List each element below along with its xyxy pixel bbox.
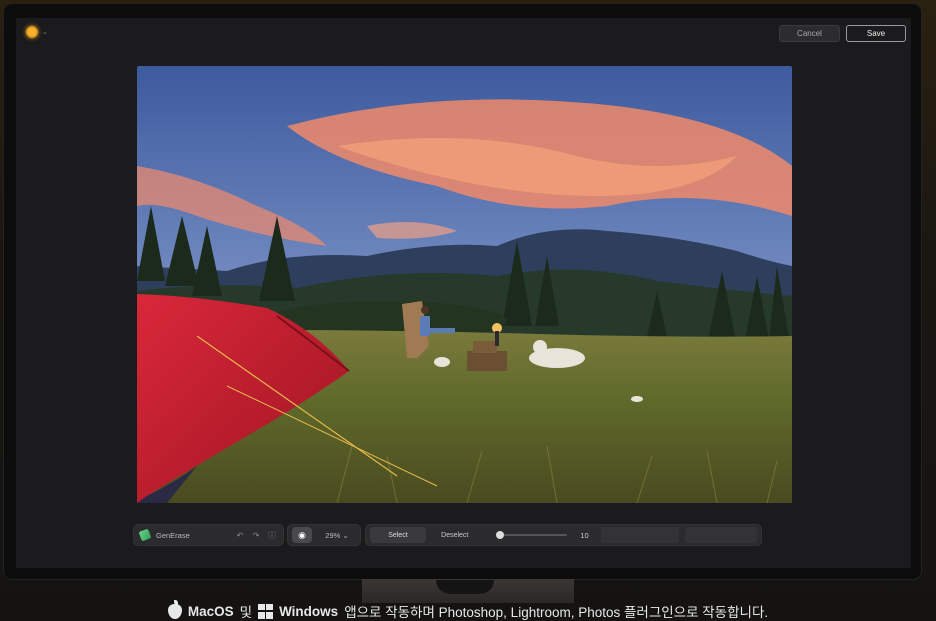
tool-panel: GenErase ↶ ↷ ⓘ xyxy=(133,524,284,546)
chevron-down-icon: ⌄ xyxy=(342,530,349,540)
redo-icon[interactable]: ↷ xyxy=(251,531,261,540)
cancel-button[interactable]: Cancel xyxy=(779,25,840,42)
photo-canvas[interactable] xyxy=(137,66,792,503)
chevron-down-icon: ⌄ xyxy=(42,29,48,36)
slider-thumb[interactable] xyxy=(495,531,504,539)
caption-windows: Windows xyxy=(279,603,339,619)
view-panel: ◉ 29% ⌄ xyxy=(287,524,361,546)
caption: MacOS 및 Windows 앱으로 작동하며 Photoshop, Ligh… xyxy=(0,599,936,621)
brush-size-value: 10 xyxy=(580,530,589,540)
info-icon[interactable]: ⓘ xyxy=(267,530,277,541)
apple-icon xyxy=(167,599,182,619)
monitor-stand-neck xyxy=(436,580,494,594)
caption-text: 앱으로 작동하며 Photoshop, Lightroom, Photos 플러… xyxy=(344,605,769,620)
eye-icon[interactable]: ◉ xyxy=(292,527,312,543)
zoom-level: 29% xyxy=(325,530,341,540)
disabled-action-button-1 xyxy=(601,527,680,543)
mouse-cursor-icon xyxy=(323,566,335,568)
selection-panel: Select Deselect 10 xyxy=(365,524,762,546)
windows-icon xyxy=(258,603,274,619)
undo-icon[interactable]: ↶ xyxy=(235,531,245,540)
save-button[interactable]: Save xyxy=(846,25,906,42)
caption-macos: MacOS xyxy=(187,603,234,619)
sun-icon xyxy=(26,26,38,38)
eraser-icon xyxy=(138,528,152,542)
photo-image xyxy=(137,66,792,503)
tool-name: GenErase xyxy=(156,530,190,540)
caption-and: 및 xyxy=(239,605,253,620)
brush-size-slider[interactable] xyxy=(495,530,568,540)
zoom-dropdown[interactable]: 29% ⌄ xyxy=(318,531,356,540)
slider-track xyxy=(495,534,568,536)
app-menu[interactable]: ⌄ xyxy=(26,26,48,38)
monitor-frame: ⌄ Cancel Save xyxy=(4,4,921,579)
app-window: ⌄ Cancel Save xyxy=(16,18,911,568)
disabled-action-button-2 xyxy=(685,527,757,543)
deselect-button[interactable]: Deselect xyxy=(426,527,484,543)
select-button[interactable]: Select xyxy=(370,527,426,543)
